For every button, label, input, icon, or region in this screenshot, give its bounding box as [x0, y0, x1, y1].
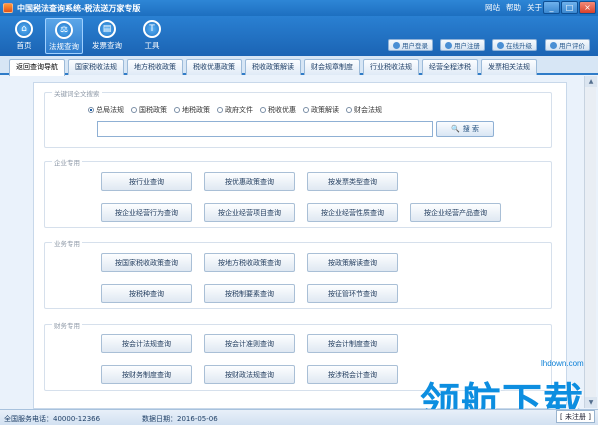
- query-by-invoice-type-button[interactable]: 按发票类型查询: [307, 172, 398, 191]
- search-scope-options: 总局法规 国税政策 地税政策 政府文件 税收优惠 政策解读 财会法规: [88, 105, 382, 115]
- radio-icon: [217, 107, 223, 113]
- tab-invoice-laws[interactable]: 发票相关法规: [481, 59, 537, 75]
- group-title: 财务专用: [52, 320, 82, 330]
- invoice-tool[interactable]: ▤ 发票查询: [88, 18, 126, 54]
- query-by-tax-type-button[interactable]: 按税种查询: [101, 284, 192, 303]
- option-bureau-laws[interactable]: 总局法规: [88, 105, 124, 115]
- query-by-local-policy-button[interactable]: 按地方税收政策查询: [204, 253, 295, 272]
- review-icon: [550, 41, 557, 49]
- watermark-url: lhdown.com: [541, 359, 584, 368]
- tool-label: 工具: [144, 41, 160, 50]
- unregistered-button[interactable]: [ 未注册 ]: [556, 410, 595, 423]
- query-navigation-panel: 关键词全文搜索 总局法规 国税政策 地税政策 政府文件 税收优惠 政策解读 财会…: [33, 82, 567, 409]
- query-by-industry-button[interactable]: 按行业查询: [101, 172, 192, 191]
- user-icon: [393, 41, 400, 49]
- radio-icon: [346, 107, 352, 113]
- tab-industry-tax-laws[interactable]: 行业税收法规: [363, 59, 419, 75]
- search-button[interactable]: 🔍 搜 索: [436, 121, 494, 137]
- query-by-fiscal-law-button[interactable]: 按财政法规查询: [204, 365, 295, 384]
- group-title: 关键词全文搜索: [52, 88, 102, 98]
- query-by-accounting-standard-button[interactable]: 按会计准则查询: [204, 334, 295, 353]
- query-by-financial-system-button[interactable]: 按财务制度查询: [101, 365, 192, 384]
- online-upgrade-button[interactable]: 在线升级: [492, 39, 537, 51]
- help-link[interactable]: 帮助: [506, 2, 521, 13]
- app-logo-icon: [3, 3, 13, 13]
- query-by-business-nature-button[interactable]: 按企业经营性质查询: [307, 203, 398, 222]
- home-icon: ⌂: [15, 20, 33, 38]
- law-search-icon: ⚖: [55, 21, 73, 39]
- option-tax-preferential[interactable]: 税收优惠: [260, 105, 296, 115]
- query-by-accounting-system-button[interactable]: 按会计制度查询: [307, 334, 398, 353]
- tab-tax-policy-interpretation[interactable]: 税收政策解读: [245, 59, 301, 75]
- service-hotline: 全国服务电话：40000-12366: [4, 415, 101, 423]
- search-input[interactable]: [97, 121, 433, 137]
- radio-checked-icon: [88, 107, 94, 113]
- radio-icon: [260, 107, 266, 113]
- query-by-business-product-button[interactable]: 按企业经营产品查询: [410, 203, 501, 222]
- query-by-business-behavior-button[interactable]: 按企业经营行为查询: [101, 203, 192, 222]
- user-login-button[interactable]: 用户登录: [388, 39, 433, 51]
- tool-label: 首页: [16, 41, 32, 50]
- group-title: 企业专用: [52, 157, 82, 167]
- radio-icon: [131, 107, 137, 113]
- status-bar: 全国服务电话：40000-12366 数据日期：2016-05-06: [0, 409, 598, 425]
- user-review-button[interactable]: 用户评价: [545, 39, 590, 51]
- scroll-up-icon[interactable]: ▲: [585, 76, 597, 87]
- option-government-docs[interactable]: 政府文件: [217, 105, 253, 115]
- query-by-collection-stage-button[interactable]: 按征管环节查询: [307, 284, 398, 303]
- vertical-scrollbar[interactable]: ▲ ▼: [584, 76, 597, 408]
- title-links: 网站 帮助 关于: [485, 2, 542, 13]
- tool-label: 法规查询: [49, 42, 79, 51]
- register-icon: [445, 41, 452, 49]
- scroll-down-icon[interactable]: ▼: [585, 397, 597, 408]
- main-toolbar: ⌂ 首页 ⚖ 法规查询 ▤ 发票查询 T 工具 用户登录 用户注册 在线升级 用…: [0, 16, 598, 56]
- minimize-button[interactable]: _: [543, 1, 560, 14]
- tools-tool[interactable]: T 工具: [136, 18, 168, 54]
- user-register-button[interactable]: 用户注册: [440, 39, 485, 51]
- group-title: 业务专用: [52, 238, 82, 248]
- window-title: 中国税法查询系统-税法送万家专版: [17, 3, 141, 13]
- option-local-tax[interactable]: 地税政策: [174, 105, 210, 115]
- radio-icon: [303, 107, 309, 113]
- title-bar: 中国税法查询系统-税法送万家专版 网站 帮助 关于 _ □ ×: [0, 0, 598, 16]
- keyword-search-group: 关键词全文搜索: [44, 88, 552, 148]
- option-national-tax[interactable]: 国税政策: [131, 105, 167, 115]
- tools-icon: T: [143, 20, 161, 38]
- law-search-tool[interactable]: ⚖ 法规查询: [45, 18, 83, 54]
- window-controls: _ □ ×: [543, 1, 596, 14]
- tab-operation-tax[interactable]: 经营全程涉税: [422, 59, 478, 75]
- query-by-business-project-button[interactable]: 按企业经营项目查询: [204, 203, 295, 222]
- query-by-interpretation-button[interactable]: 按政策解读查询: [307, 253, 398, 272]
- invoice-icon: ▤: [98, 20, 116, 38]
- tab-local-tax-policy[interactable]: 地方税收政策: [127, 59, 183, 75]
- close-button[interactable]: ×: [579, 1, 596, 14]
- tab-bar: 返回查询导航 国家税收法规 地方税收政策 税收优惠政策 税收政策解读 财会规章制…: [0, 56, 598, 76]
- query-by-national-policy-button[interactable]: 按国家税收政策查询: [101, 253, 192, 272]
- query-by-preferential-button[interactable]: 按优惠政策查询: [204, 172, 295, 191]
- option-policy-interpretation[interactable]: 政策解读: [303, 105, 339, 115]
- upgrade-icon: [497, 41, 504, 49]
- query-by-tax-accounting-button[interactable]: 按涉税会计查询: [307, 365, 398, 384]
- home-tool[interactable]: ⌂ 首页: [8, 18, 40, 54]
- website-link[interactable]: 网站: [485, 2, 500, 13]
- option-accounting-laws[interactable]: 财会法规: [346, 105, 382, 115]
- tab-back-navigation[interactable]: 返回查询导航: [9, 59, 65, 76]
- tab-national-tax-laws[interactable]: 国家税收法规: [68, 59, 124, 75]
- query-by-tax-element-button[interactable]: 按税制要素查询: [204, 284, 295, 303]
- data-date: 数据日期：2016-05-06: [142, 415, 218, 423]
- radio-icon: [174, 107, 180, 113]
- tab-tax-preferential-policy[interactable]: 税收优惠政策: [186, 59, 242, 75]
- search-icon: 🔍: [451, 125, 460, 133]
- maximize-button[interactable]: □: [561, 1, 578, 14]
- about-link[interactable]: 关于: [527, 2, 542, 13]
- query-by-accounting-law-button[interactable]: 按会计法规查询: [101, 334, 192, 353]
- tool-label: 发票查询: [92, 41, 122, 50]
- tab-accounting-rules[interactable]: 财会规章制度: [304, 59, 360, 75]
